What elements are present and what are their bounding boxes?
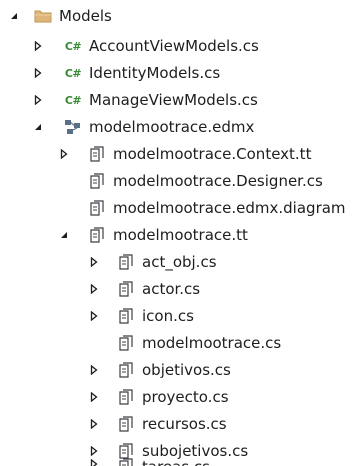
tree-item-models-folder[interactable]: Models xyxy=(0,3,360,29)
generated-file-icon xyxy=(117,389,135,405)
tree-item-label: actor.cs xyxy=(142,280,201,298)
collapsed-arrow-icon[interactable] xyxy=(32,94,44,106)
tree-item-icon[interactable]: icon.cs xyxy=(0,303,360,329)
csharp-file-icon: C# xyxy=(64,39,82,53)
tree-item-actor[interactable]: actor.cs xyxy=(0,276,360,302)
collapsed-arrow-icon[interactable] xyxy=(88,310,100,322)
collapsed-arrow-icon[interactable] xyxy=(88,391,100,403)
tree-item-proyecto[interactable]: proyecto.cs xyxy=(0,384,360,410)
tree-item-label: proyecto.cs xyxy=(142,388,229,406)
folder-icon xyxy=(34,8,52,24)
expanded-arrow-icon[interactable] xyxy=(8,10,20,22)
tree-item-identitymodels[interactable]: C# IdentityModels.cs xyxy=(0,60,360,86)
tree-item-tareas[interactable]: tareas.cs xyxy=(0,458,360,466)
collapsed-arrow-icon[interactable] xyxy=(88,256,100,268)
tree-item-edmx[interactable]: modelmootrace.edmx xyxy=(0,114,360,140)
tree-item-label: modelmootrace.cs xyxy=(142,334,282,352)
collapsed-arrow-icon[interactable] xyxy=(88,283,100,295)
generated-file-icon xyxy=(117,458,135,466)
tree-item-edmx-diagram[interactable]: modelmootrace.edmx.diagram xyxy=(0,195,360,221)
tree-item-label: IdentityModels.cs xyxy=(89,64,221,82)
solution-explorer-tree: Models C# AccountViewModels.cs C# Identi… xyxy=(0,0,360,466)
text-template-icon xyxy=(88,200,106,216)
tree-item-modelmootrace-cs[interactable]: modelmootrace.cs xyxy=(0,330,360,356)
collapsed-arrow-icon[interactable] xyxy=(32,67,44,79)
generated-file-icon xyxy=(117,362,135,378)
tree-item-label: recursos.cs xyxy=(142,415,227,433)
generated-file-icon xyxy=(117,443,135,459)
generated-file-icon xyxy=(117,254,135,270)
tree-item-label: modelmootrace.Designer.cs xyxy=(113,172,323,190)
collapsed-arrow-icon[interactable] xyxy=(88,458,100,466)
tree-item-recursos[interactable]: recursos.cs xyxy=(0,411,360,437)
generated-file-icon xyxy=(117,308,135,324)
tree-item-tt[interactable]: modelmootrace.tt xyxy=(0,222,360,248)
tree-item-objetivos[interactable]: objetivos.cs xyxy=(0,357,360,383)
tree-item-label: tareas.cs xyxy=(142,458,210,466)
tree-item-label: modelmootrace.Context.tt xyxy=(113,145,312,163)
collapsed-arrow-icon[interactable] xyxy=(88,418,100,430)
tree-item-label: Models xyxy=(59,7,112,25)
tree-item-accountviewmodels[interactable]: C# AccountViewModels.cs xyxy=(0,33,360,59)
expanded-arrow-icon[interactable] xyxy=(58,229,70,241)
collapsed-arrow-icon[interactable] xyxy=(88,445,100,457)
tree-item-label: modelmootrace.edmx xyxy=(89,118,255,136)
tree-item-act-obj[interactable]: act_obj.cs xyxy=(0,249,360,275)
tree-item-label: icon.cs xyxy=(142,307,194,325)
tree-item-label: modelmootrace.edmx.diagram xyxy=(113,199,346,217)
csharp-file-icon: C# xyxy=(64,93,82,107)
generated-file-icon xyxy=(117,335,135,351)
tree-item-manageviewmodels[interactable]: C# ManageViewModels.cs xyxy=(0,87,360,113)
text-template-icon xyxy=(88,227,106,243)
tree-item-context-tt[interactable]: modelmootrace.Context.tt xyxy=(0,141,360,167)
tree-item-label: act_obj.cs xyxy=(142,253,217,271)
tree-item-label: AccountViewModels.cs xyxy=(89,37,259,55)
collapsed-arrow-icon[interactable] xyxy=(32,40,44,52)
text-template-icon xyxy=(88,173,106,189)
tree-item-label: ManageViewModels.cs xyxy=(89,91,258,109)
tree-item-label: objetivos.cs xyxy=(142,361,231,379)
tree-item-designer-cs[interactable]: modelmootrace.Designer.cs xyxy=(0,168,360,194)
expanded-arrow-icon[interactable] xyxy=(32,121,44,133)
collapsed-arrow-icon[interactable] xyxy=(88,364,100,376)
collapsed-arrow-icon[interactable] xyxy=(58,148,70,160)
text-template-icon xyxy=(88,146,106,162)
tree-item-label: modelmootrace.tt xyxy=(113,226,248,244)
generated-file-icon xyxy=(117,281,135,297)
generated-file-icon xyxy=(117,416,135,432)
edmx-model-icon xyxy=(64,119,82,135)
csharp-file-icon: C# xyxy=(64,66,82,80)
